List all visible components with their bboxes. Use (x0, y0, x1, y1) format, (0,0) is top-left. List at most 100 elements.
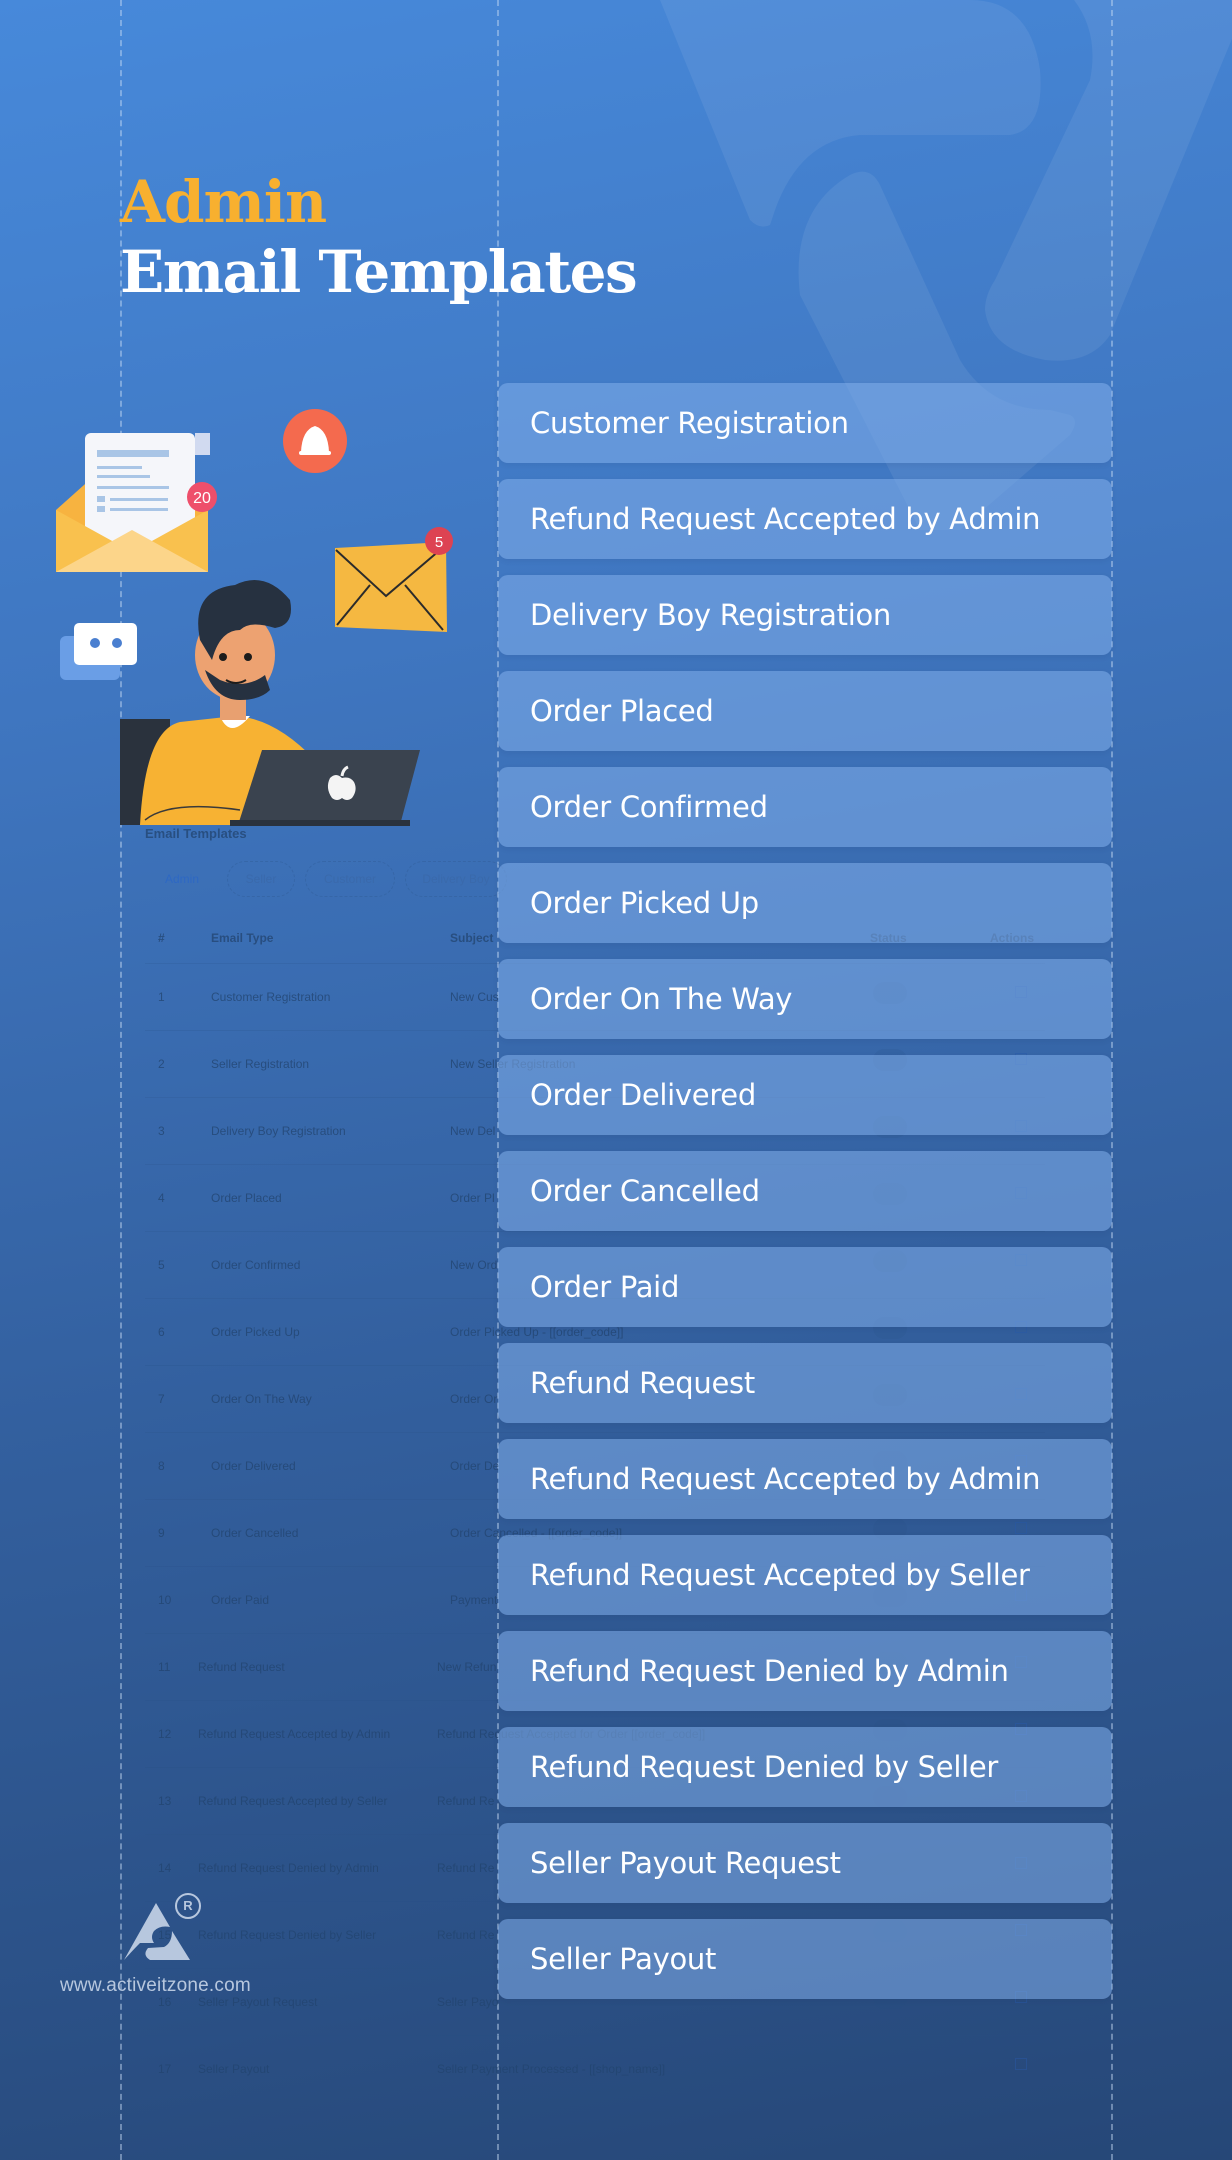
page-title: Email Templates (120, 238, 638, 306)
template-card[interactable]: Customer Registration (498, 383, 1112, 463)
promo-page: Email Templates Admin Seller Customer De… (0, 0, 1232, 2160)
cell-type: Order Cancelled (211, 1526, 299, 1540)
template-card[interactable]: Order Paid (498, 1247, 1112, 1327)
svg-text:5: 5 (435, 534, 443, 551)
cell-type: Seller Registration (211, 1057, 310, 1071)
template-card-label: Refund Request Denied by Seller (530, 1750, 998, 1784)
cell-subject: Refund Re (437, 1861, 495, 1875)
template-card[interactable]: Order Confirmed (498, 767, 1112, 847)
edit-icon[interactable] (1015, 1522, 1027, 1534)
laptop-icon (230, 750, 420, 826)
cell-num: 13 (158, 1794, 172, 1808)
template-card[interactable]: Refund Request (498, 1343, 1112, 1423)
template-card[interactable]: Order Placed (498, 671, 1112, 751)
cell-num: 4 (158, 1191, 165, 1205)
template-card[interactable]: Seller Payout (498, 1919, 1112, 1999)
column-header-subject: Subject (450, 931, 494, 945)
template-card[interactable]: Order Cancelled (498, 1151, 1112, 1231)
cell-num: 9 (158, 1526, 165, 1540)
cell-type: Seller Payout Request (198, 1995, 318, 2009)
template-card-label: Refund Request (530, 1366, 755, 1400)
cell-subject: New Ord (450, 1258, 498, 1272)
tab-admin[interactable]: Admin (148, 861, 216, 897)
template-card-label: Seller Payout (530, 1942, 717, 1976)
chat-bubble-icon (60, 623, 137, 680)
registered-mark: R (175, 1893, 201, 1919)
template-card[interactable]: Seller Payout Request (498, 1823, 1112, 1903)
template-card[interactable]: Refund Request Accepted by Seller (498, 1535, 1112, 1615)
cell-num: 17 (158, 2062, 172, 2076)
template-card-label: Order Confirmed (530, 790, 768, 824)
edit-icon[interactable] (1015, 2058, 1027, 2070)
cell-subject: Refund Re (437, 1794, 495, 1808)
cell-num: 16 (158, 1995, 172, 2009)
template-card-label: Order Picked Up (530, 886, 759, 920)
template-card[interactable]: Refund Request Accepted by Admin (498, 1439, 1112, 1519)
cell-type: Refund Request Accepted by Seller (198, 1794, 388, 1808)
cell-type: Delivery Boy Registration (211, 1124, 346, 1138)
template-card-label: Order On The Way (530, 982, 793, 1016)
cell-type: Refund Request Denied by Seller (198, 1928, 377, 1942)
status-toggle[interactable] (873, 2054, 907, 2076)
cell-subject: New Cus (450, 990, 499, 1004)
template-card-label: Order Delivered (530, 1078, 756, 1112)
cell-subject: Order Or (450, 1392, 498, 1406)
cell-type: Order Confirmed (211, 1258, 301, 1272)
template-card-label: Refund Request Accepted by Seller (530, 1558, 1030, 1592)
cell-num: 2 (158, 1057, 165, 1071)
cell-type: Refund Request (198, 1660, 285, 1674)
cell-type: Order Placed (211, 1191, 282, 1205)
template-card-label: Refund Request Denied by Admin (530, 1654, 1009, 1688)
template-card-label: Order Paid (530, 1270, 680, 1304)
cell-subject: New Del (450, 1124, 496, 1138)
template-card-label: Order Cancelled (530, 1174, 760, 1208)
tab-seller[interactable]: Seller (227, 861, 295, 897)
template-card[interactable]: Order On The Way (498, 959, 1112, 1039)
cell-num: 7 (158, 1392, 165, 1406)
template-card[interactable]: Refund Request Denied by Seller (498, 1727, 1112, 1807)
template-card[interactable]: Order Delivered (498, 1055, 1112, 1135)
template-card[interactable]: Refund Request Denied by Admin (498, 1631, 1112, 1711)
cell-num: 3 (158, 1124, 165, 1138)
template-card[interactable]: Refund Request Accepted by Admin (498, 479, 1112, 559)
template-card-label: Refund Request Accepted by Admin (530, 1462, 1041, 1496)
table-row: 17 Seller Payout Seller Payment Processed … (145, 2035, 1045, 2103)
title-accent: Admin (120, 168, 327, 236)
cell-num: 12 (158, 1727, 172, 1741)
cell-type: Order On The Way (211, 1392, 312, 1406)
cell-type: Refund Request Denied by Admin (198, 1861, 379, 1875)
cell-num: 5 (158, 1258, 165, 1272)
cell-subject: Order Pl (450, 1191, 495, 1205)
cell-type: Order Paid (211, 1593, 270, 1607)
template-card-label: Delivery Boy Registration (530, 598, 891, 632)
cell-num: 10 (158, 1593, 172, 1607)
cell-type: Order Delivered (211, 1459, 296, 1473)
website-link[interactable]: www.activeitzone.com (60, 1975, 251, 1997)
cell-subject: Seller Payo (437, 1995, 499, 2009)
envelope-icon: 5 (335, 527, 453, 632)
column-header-number: # (158, 931, 165, 945)
cell-subject: Order De (450, 1459, 500, 1473)
template-card[interactable]: Delivery Boy Registration (498, 575, 1112, 655)
template-card-label: Refund Request Accepted by Admin (530, 502, 1041, 536)
tab-customer[interactable]: Customer (305, 861, 395, 897)
svg-text:20: 20 (193, 490, 211, 507)
column-header-email-type: Email Type (211, 931, 274, 945)
cell-num: 6 (158, 1325, 165, 1339)
illustration: 20 5 (56, 409, 453, 826)
cell-type: Seller Payout (198, 2062, 270, 2076)
template-card-label: Order Placed (530, 694, 714, 728)
bell-icon (283, 409, 347, 473)
cell-subject: Seller Payment Processed - [[shop_name]] (437, 2062, 666, 2076)
template-card-label: Customer Registration (530, 406, 849, 440)
template-card[interactable]: Order Picked Up (498, 863, 1112, 943)
cell-num: 14 (158, 1861, 172, 1875)
cell-subject: Payment (450, 1593, 498, 1607)
cell-num: 1 (158, 990, 165, 1004)
template-card-label: Seller Payout Request (530, 1846, 841, 1880)
tab-delivery-boy[interactable]: Delivery Boy (405, 861, 507, 897)
cell-type: Customer Registration (211, 990, 331, 1004)
cell-num: 8 (158, 1459, 165, 1473)
cell-type: Order Picked Up (211, 1325, 300, 1339)
open-envelope-icon: 20 (56, 433, 217, 572)
